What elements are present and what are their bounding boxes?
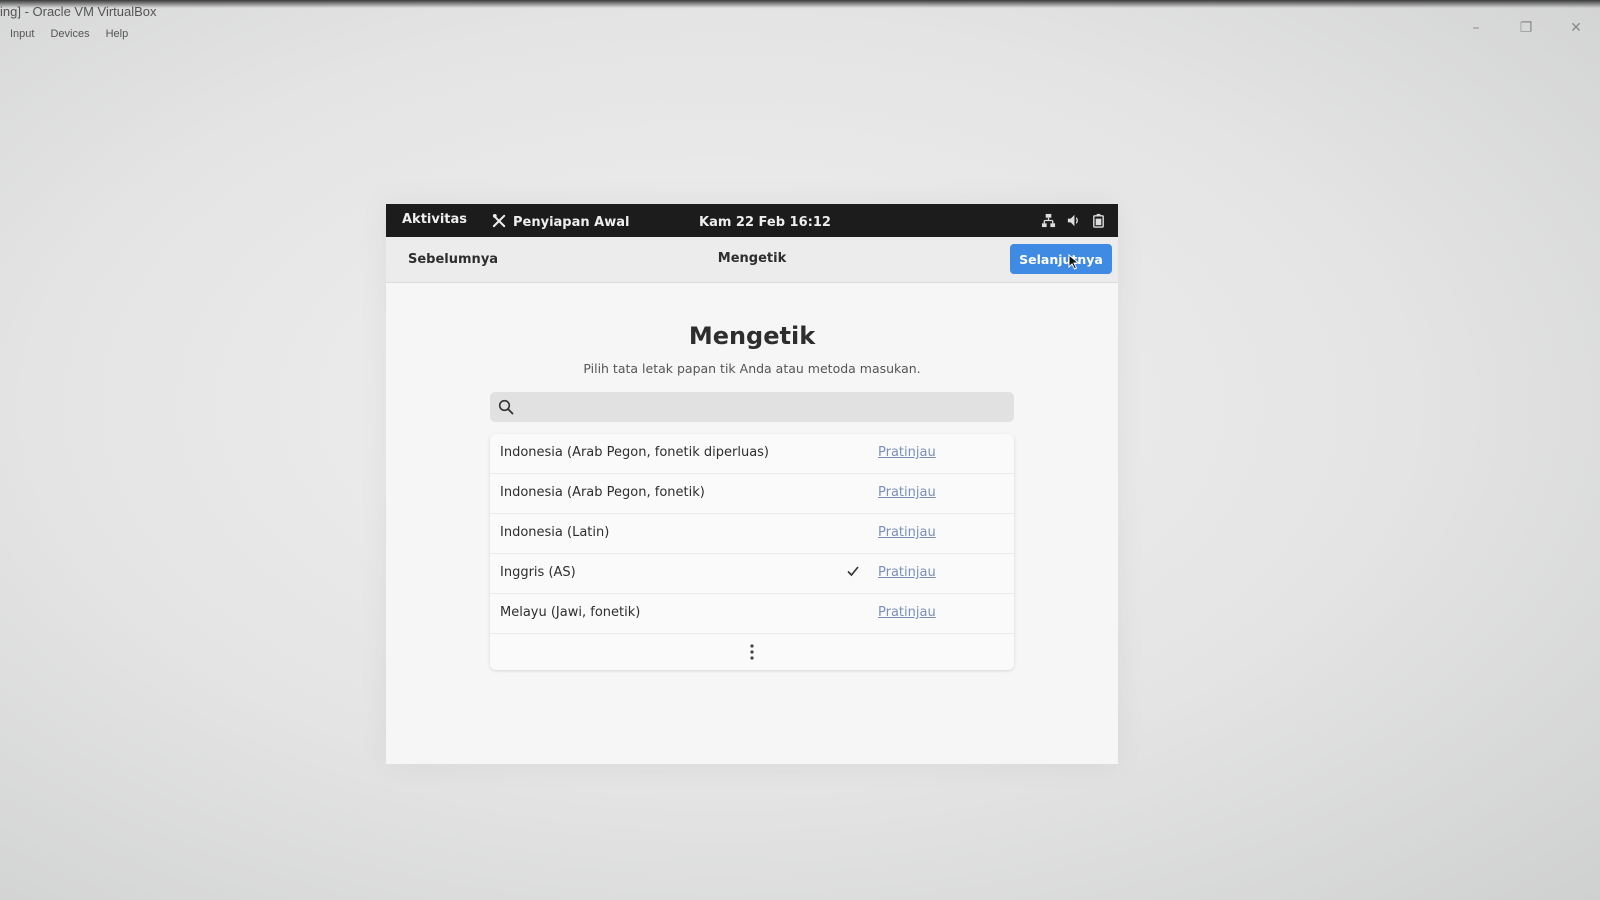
layout-name: Indonesia (Arab Pegon, fonetik) — [500, 485, 705, 500]
list-item-selected[interactable]: Inggris (AS) Pratinjau — [490, 554, 1014, 594]
list-item[interactable]: Melayu (Jawi, fonetik) Pratinjau — [490, 594, 1014, 634]
page-subtitle: Pilih tata letak papan tik Anda atau met… — [583, 361, 921, 376]
clock[interactable]: Kam 22 Feb 16:12 — [699, 215, 831, 230]
volume-icon — [1066, 213, 1081, 232]
host-window-title: ing] - Oracle VM VirtualBox — [0, 4, 157, 19]
preview-link[interactable]: Pratinjau — [878, 605, 936, 620]
tools-icon — [492, 213, 507, 232]
preview-link[interactable]: Pratinjau — [878, 565, 936, 580]
checkmark-icon — [847, 566, 859, 577]
app-name: Penyiapan Awal — [513, 215, 630, 230]
more-layouts-button[interactable] — [490, 634, 1014, 670]
layout-list: Indonesia (Arab Pegon, fonetik diperluas… — [490, 434, 1014, 670]
close-icon[interactable]: ✕ — [1566, 20, 1586, 36]
layout-name: Indonesia (Latin) — [500, 525, 610, 540]
header-bar: Sebelumnya Mengetik Selanjutnya — [386, 237, 1118, 283]
host-menu-input[interactable]: Input — [10, 28, 34, 40]
mouse-pointer-icon — [1068, 254, 1080, 270]
list-item[interactable]: Indonesia (Arab Pegon, fonetik diperluas… — [490, 434, 1014, 474]
guest-screen: Aktivitas Penyiapan Awal Kam 22 Feb 16:1… — [386, 204, 1118, 764]
layout-name: Indonesia (Arab Pegon, fonetik diperluas… — [500, 445, 770, 460]
header-title: Mengetik — [717, 251, 787, 266]
layout-name: Inggris (AS) — [500, 565, 576, 580]
search-bar[interactable] — [490, 392, 1014, 422]
layout-name: Melayu (Jawi, fonetik) — [500, 605, 641, 620]
minimize-icon[interactable]: – — [1466, 20, 1486, 36]
search-icon — [498, 399, 514, 415]
list-item[interactable]: Indonesia (Arab Pegon, fonetik) Pratinja… — [490, 474, 1014, 514]
activities-button[interactable]: Aktivitas — [402, 212, 467, 227]
host-window-controls: – ❐ ✕ — [1466, 20, 1586, 36]
monitor-edge-shadow — [0, 0, 1600, 8]
gnome-top-bar: Aktivitas Penyiapan Awal Kam 22 Feb 16:1… — [386, 204, 1118, 237]
host-menubar: Input Devices Help — [10, 28, 128, 40]
host-menu-devices[interactable]: Devices — [50, 28, 89, 40]
search-input[interactable] — [522, 392, 1002, 422]
page-title: Mengetik — [688, 322, 816, 350]
preview-link[interactable]: Pratinjau — [878, 525, 936, 540]
network-icon — [1041, 213, 1056, 232]
app-menu[interactable]: Penyiapan Awal — [492, 213, 629, 232]
preview-link[interactable]: Pratinjau — [878, 445, 936, 460]
next-button[interactable]: Selanjutnya — [1010, 244, 1112, 274]
battery-icon — [1091, 213, 1106, 232]
system-tray[interactable] — [1041, 213, 1106, 232]
preview-link[interactable]: Pratinjau — [878, 485, 936, 500]
more-vertical-icon — [750, 644, 754, 660]
list-item[interactable]: Indonesia (Latin) Pratinjau — [490, 514, 1014, 554]
host-menu-help[interactable]: Help — [106, 28, 129, 40]
restore-icon[interactable]: ❐ — [1516, 20, 1536, 36]
